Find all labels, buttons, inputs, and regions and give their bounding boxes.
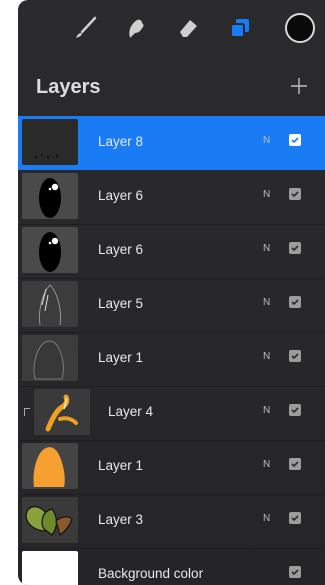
layer-thumbnail <box>22 119 78 165</box>
blend-mode-button[interactable]: N <box>263 297 270 308</box>
row-divider <box>18 224 325 225</box>
visibility-checkbox[interactable] <box>289 350 301 362</box>
visibility-checkbox[interactable] <box>289 296 301 308</box>
blend-mode-button[interactable]: N <box>263 513 270 524</box>
layer-thumbnail <box>22 227 78 273</box>
visibility-checkbox[interactable] <box>289 512 301 524</box>
blend-mode-button[interactable]: N <box>263 459 270 470</box>
layer-name: Layer 1 <box>98 350 144 365</box>
blend-mode-button[interactable]: N <box>263 189 270 200</box>
visibility-checkbox[interactable] <box>289 458 301 470</box>
layer-row[interactable]: Layer 3 N <box>18 494 325 548</box>
blend-mode-button[interactable]: N <box>263 405 270 416</box>
brush-icon[interactable] <box>72 14 100 42</box>
row-divider <box>18 278 325 279</box>
layer-thumbnail <box>34 389 90 435</box>
layer-name: Layer 5 <box>98 296 144 311</box>
layer-row-background[interactable]: Background color <box>18 548 325 585</box>
row-divider <box>18 332 325 333</box>
layer-name: Layer 4 <box>108 404 154 419</box>
page-title: Layers <box>36 76 101 98</box>
visibility-checkbox[interactable] <box>289 134 301 146</box>
layer-name: Layer 6 <box>98 188 144 203</box>
layer-row[interactable]: Layer 1 N <box>18 332 325 386</box>
visibility-checkbox[interactable] <box>289 566 301 578</box>
layer-row[interactable]: Layer 6 N <box>18 224 325 278</box>
row-divider <box>18 386 325 387</box>
layer-row[interactable]: Layer 8 N <box>18 116 325 170</box>
layer-name: Layer 6 <box>98 242 144 257</box>
layer-name: Layer 8 <box>98 134 144 149</box>
layers-icon[interactable] <box>226 14 254 42</box>
background-color-swatch[interactable] <box>22 551 78 585</box>
visibility-checkbox[interactable] <box>289 404 301 416</box>
row-divider <box>18 440 325 441</box>
blend-mode-button[interactable]: N <box>263 351 270 362</box>
layer-name: Background color <box>98 566 204 581</box>
layer-name: Layer 1 <box>98 458 144 473</box>
layer-thumbnail <box>22 443 78 489</box>
layer-row[interactable]: Layer 5 N <box>18 278 325 332</box>
layer-thumbnail <box>22 173 78 219</box>
layer-thumbnail <box>22 335 78 381</box>
layer-row[interactable]: Layer 4 N <box>18 386 325 440</box>
visibility-checkbox[interactable] <box>289 188 301 200</box>
layers-panel: Layers Layer 8 N Layer 6 N Layer 6 N Lay… <box>18 0 325 585</box>
layers-header: Layers <box>18 60 325 116</box>
blend-mode-button[interactable]: N <box>263 135 270 146</box>
blend-mode-button[interactable]: N <box>263 243 270 254</box>
smudge-icon[interactable] <box>122 14 150 42</box>
eraser-icon[interactable] <box>174 14 202 42</box>
layer-thumbnail <box>22 281 78 327</box>
visibility-checkbox[interactable] <box>289 242 301 254</box>
layer-row[interactable]: Layer 6 N <box>18 170 325 224</box>
toolbar <box>18 0 325 56</box>
layer-thumbnail <box>22 497 78 543</box>
row-divider <box>18 494 325 495</box>
add-layer-button[interactable] <box>287 74 311 98</box>
row-divider <box>18 548 325 549</box>
layer-name: Layer 3 <box>98 512 144 527</box>
color-icon[interactable] <box>284 12 316 44</box>
layer-row[interactable]: Layer 1 N <box>18 440 325 494</box>
clipping-mask-icon <box>24 408 30 416</box>
